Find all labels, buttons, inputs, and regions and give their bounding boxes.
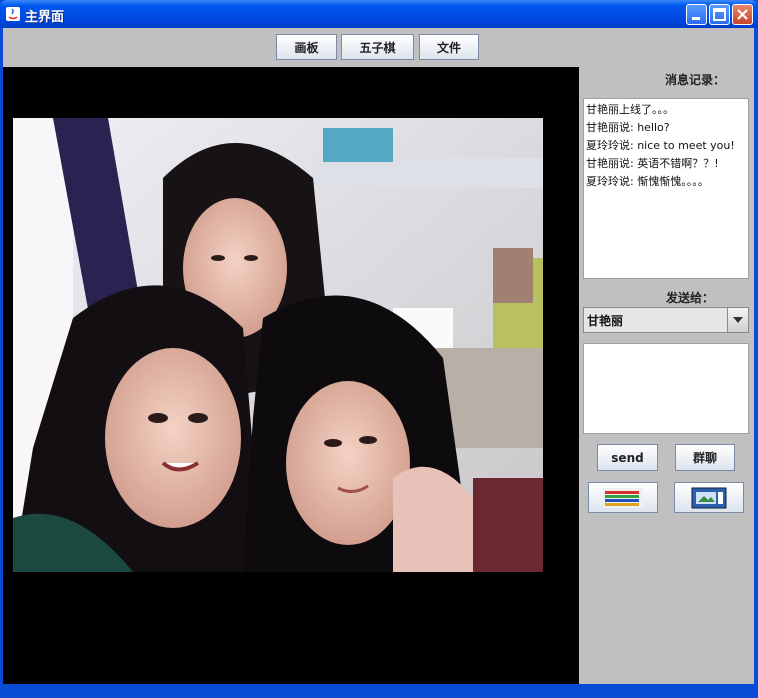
recipient-value: 甘艳丽	[587, 314, 624, 328]
client-area: 画板 五子棋 文件 消息记录： 甘艳丽上线了。。。 甘艳丽说: hello? 夏…	[3, 28, 754, 684]
message-line: 甘艳丽说: 英语不错啊？？!	[586, 157, 719, 170]
maximize-button[interactable]	[709, 4, 730, 25]
file-button[interactable]: 文件	[419, 34, 479, 60]
message-line: 甘艳丽上线了。。。	[586, 103, 674, 116]
picture-card-icon	[691, 487, 727, 508]
close-button[interactable]	[732, 4, 753, 25]
webcam-photo	[13, 118, 543, 572]
chevron-down-icon[interactable]	[727, 308, 748, 332]
title-bar[interactable]: 主界面	[0, 0, 758, 28]
main-window: 主界面 画板 五子棋 文件 消息记录： 甘艳丽上线了。。。 甘艳丽说: hell…	[0, 0, 758, 698]
send-button[interactable]: send	[597, 444, 658, 471]
recipient-select[interactable]: 甘艳丽	[583, 307, 749, 333]
message-line: 夏玲玲说: nice to meet you!	[586, 139, 735, 152]
drawing-board-button[interactable]: 画板	[276, 34, 337, 60]
message-history-box[interactable]: 甘艳丽上线了。。。 甘艳丽说: hello? 夏玲玲说: nice to mee…	[583, 98, 749, 279]
window-bottom-border	[0, 684, 758, 698]
message-line: 夏玲玲说: 惭愧惭愧。。。。	[586, 175, 709, 188]
crayons-icon	[603, 487, 643, 508]
message-input[interactable]	[583, 343, 749, 434]
gomoku-button[interactable]: 五子棋	[341, 34, 414, 60]
message-history-label: 消息记录：	[665, 73, 726, 87]
group-chat-button[interactable]: 群聊	[675, 444, 735, 471]
java-app-icon	[5, 6, 21, 22]
message-line: 甘艳丽说: hello?	[586, 121, 670, 134]
send-to-label: 发送给：	[666, 291, 715, 305]
crayons-button[interactable]	[588, 482, 658, 513]
minimize-button[interactable]	[686, 4, 707, 25]
video-panel	[3, 67, 579, 684]
window-title: 主界面	[25, 10, 65, 25]
screenshot-button[interactable]	[674, 482, 744, 513]
